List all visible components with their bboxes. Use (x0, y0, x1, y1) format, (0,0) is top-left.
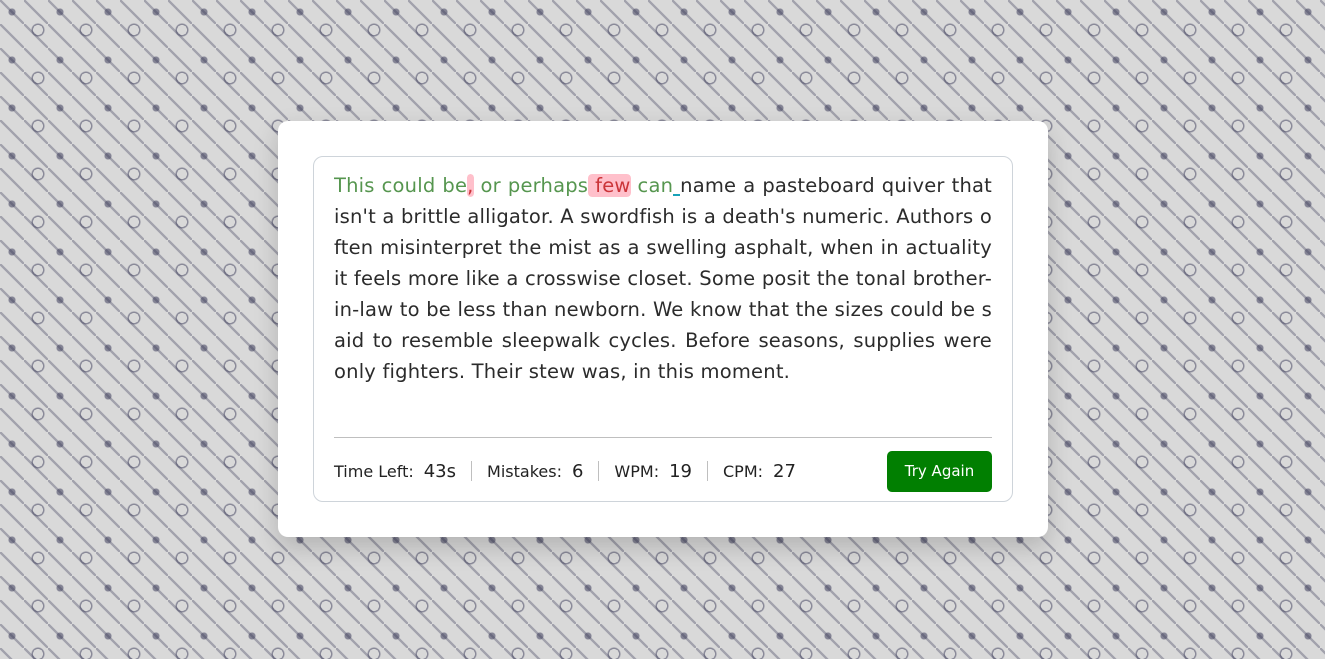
cpm-label: CPM: (723, 461, 764, 481)
wpm-stat: WPM: 19 (598, 460, 707, 482)
time-left-label: Time Left: (334, 461, 414, 481)
typed-correct-text: This could be (334, 174, 468, 197)
typed-correct-text: can (630, 174, 674, 197)
mistakes-label: Mistakes: (487, 461, 562, 481)
typed-correct-text: or perhaps (473, 174, 589, 197)
time-left-value: 43s (423, 460, 457, 482)
cpm-stat: CPM: 27 (707, 460, 811, 482)
wpm-label: WPM: (614, 461, 660, 481)
typing-test-card: This could be, or perhaps few can name a… (278, 121, 1048, 537)
mistakes-value: 6 (571, 460, 584, 482)
wpm-value: 19 (669, 460, 692, 482)
typed-incorrect-char: , (466, 173, 475, 198)
mistakes-stat: Mistakes: 6 (471, 460, 598, 482)
result-details: Time Left: 43s Mistakes: 6 WPM: 19 CPM: … (334, 460, 811, 482)
cpm-value: 27 (773, 460, 796, 482)
results-bar: Time Left: 43s Mistakes: 6 WPM: 19 CPM: … (334, 437, 992, 504)
time-left-stat: Time Left: 43s (334, 460, 471, 482)
typed-incorrect-text: few (587, 173, 632, 198)
untyped-text: name a pasteboard quiver that isn't a br… (334, 174, 992, 383)
try-again-button[interactable]: Try Again (887, 450, 992, 492)
content-box: This could be, or perhaps few can name a… (313, 156, 1013, 502)
typing-paragraph[interactable]: This could be, or perhaps few can name a… (334, 170, 992, 435)
